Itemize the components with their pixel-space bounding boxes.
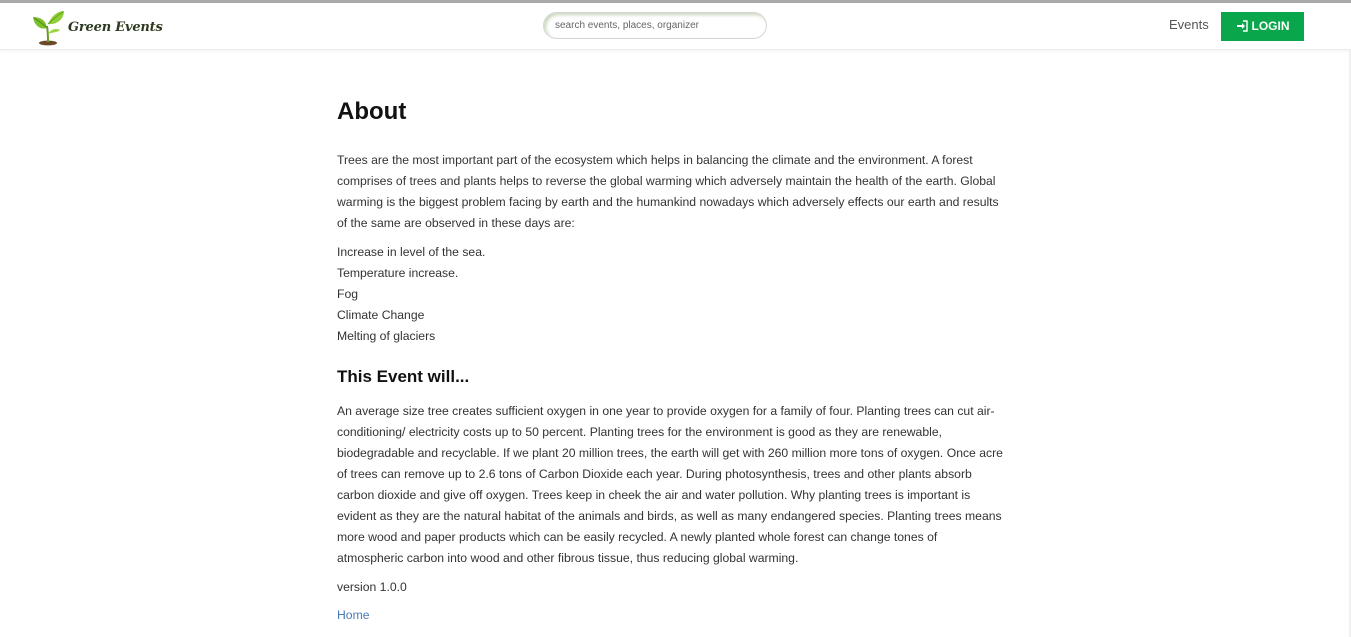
nav-link-events[interactable]: Events (1169, 17, 1209, 32)
section-heading: This Event will... (337, 367, 470, 386)
login-button[interactable]: LOGIN (1221, 12, 1304, 41)
effects-list: Increase in level of the sea. Temperatur… (337, 242, 485, 347)
list-item: Fog (337, 287, 359, 301)
home-link[interactable]: Home (337, 605, 370, 626)
list-item: Melting of glaciers (337, 329, 436, 343)
list-item: Climate Change (337, 308, 425, 322)
list-item: Temperature increase. (337, 266, 459, 280)
sign-in-icon (1236, 19, 1248, 32)
brand-name: Green Events (68, 19, 163, 35)
version-text: version 1.0.0 (337, 580, 407, 594)
list-item: Increase in level of the sea. (337, 245, 486, 259)
intro-paragraph: Trees are the most important part of the… (337, 153, 999, 230)
brand-logo-link[interactable]: Green Events (31, 7, 163, 47)
login-button-label: LOGIN (1251, 18, 1290, 33)
search-box (543, 12, 767, 39)
event-description-paragraph: An average size tree creates sufficient … (337, 404, 1003, 565)
search-input[interactable] (555, 13, 755, 38)
sprout-logo-icon (33, 11, 64, 46)
top-navbar: Green Events Events LOGIN (0, 3, 1351, 50)
page-title: About (337, 98, 407, 125)
